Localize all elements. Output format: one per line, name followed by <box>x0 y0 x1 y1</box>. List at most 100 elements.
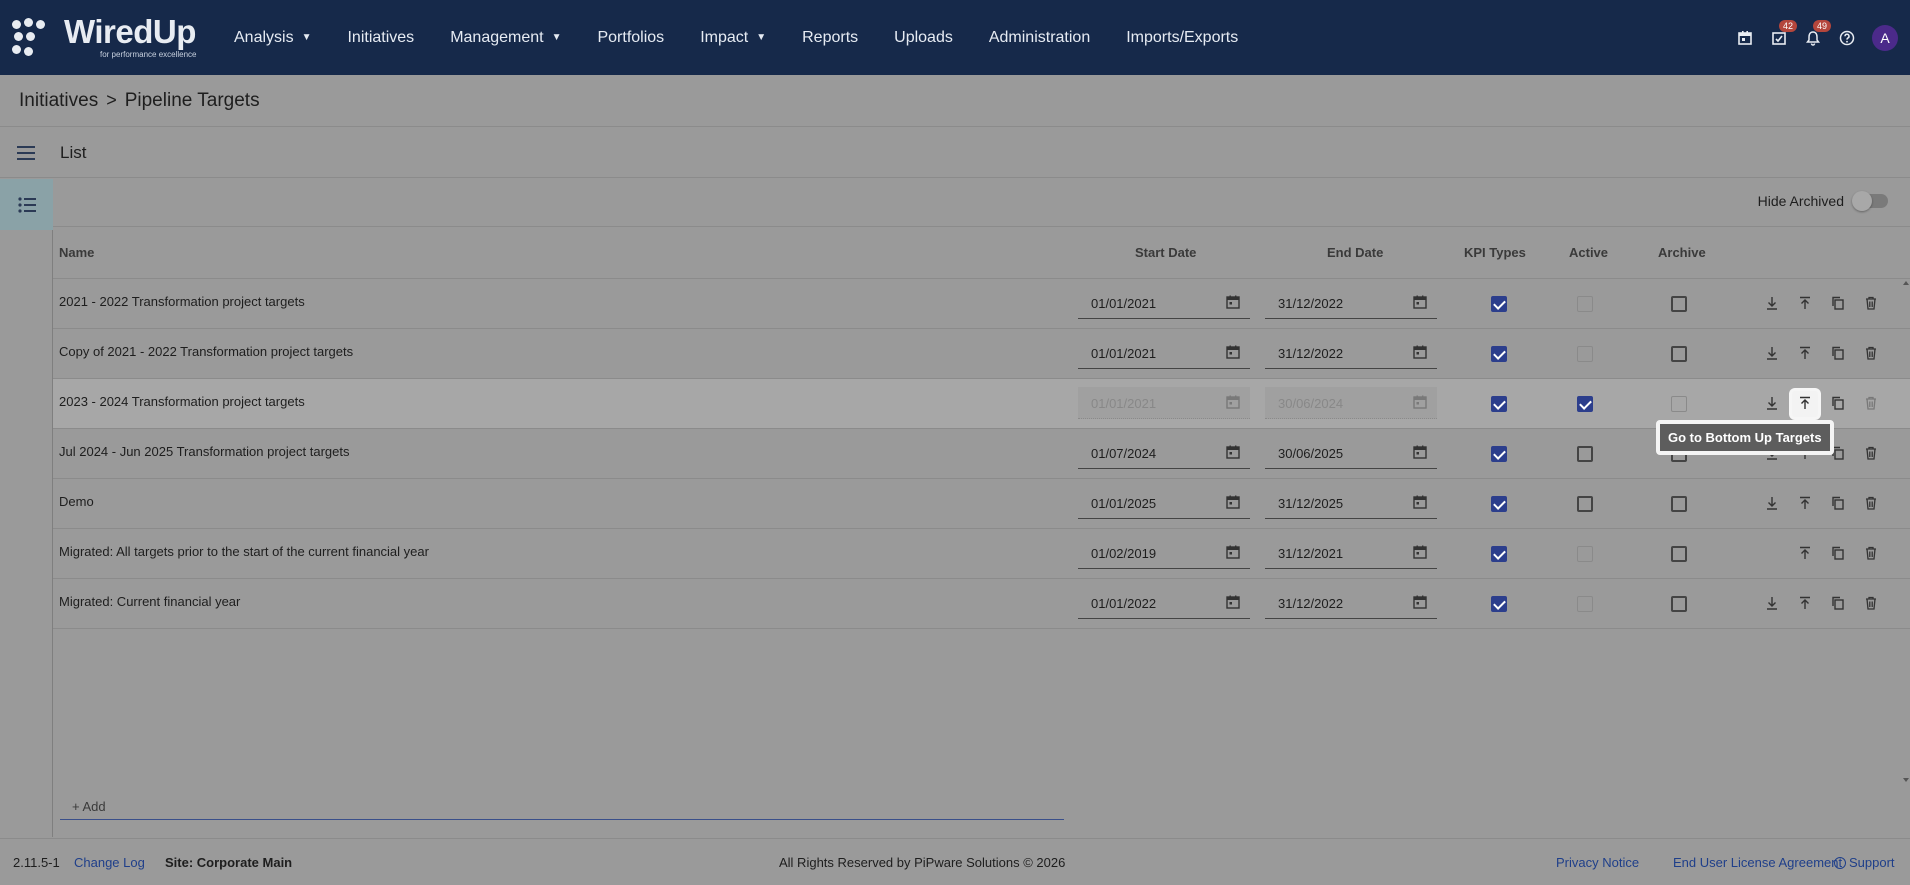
breadcrumb-parent[interactable]: Initiatives <box>19 90 98 112</box>
active-checkbox[interactable] <box>1577 396 1593 412</box>
privacy-link[interactable]: Privacy Notice <box>1556 855 1639 870</box>
start-date-field[interactable]: 01/01/2021 <box>1078 337 1250 369</box>
calendar-icon[interactable] <box>1226 345 1240 359</box>
calendar-icon[interactable] <box>1413 495 1427 509</box>
end-date-field[interactable]: 31/12/2022 <box>1265 337 1437 369</box>
kpi-types-checkbox[interactable] <box>1491 346 1507 362</box>
nav-item-reports[interactable]: Reports <box>802 29 858 47</box>
calendar-icon[interactable] <box>1226 295 1240 309</box>
wiredup-logo[interactable]: WiredUp for performance excellence <box>10 13 210 62</box>
kpi-types-checkbox[interactable] <box>1491 396 1507 412</box>
table-row[interactable]: Jul 2024 - Jun 2025 Transformation proje… <box>53 429 1910 479</box>
go-to-bottom-up-targets-button[interactable] <box>1795 294 1815 314</box>
tasks-icon[interactable]: 42 <box>1762 19 1798 55</box>
calendar-icon[interactable] <box>1413 395 1427 409</box>
calendar-icon[interactable] <box>1413 445 1427 459</box>
eula-link[interactable]: End User License Agreement <box>1673 855 1842 870</box>
go-to-top-down-targets-button[interactable] <box>1762 294 1782 314</box>
table-row[interactable]: Migrated: Current financial year 01/01/2… <box>53 579 1910 629</box>
start-date-field[interactable]: 01/01/2021 <box>1078 287 1250 319</box>
calendar-icon[interactable] <box>1413 345 1427 359</box>
menu-icon[interactable] <box>17 142 35 164</box>
header-start-date[interactable]: Start Date <box>1135 245 1196 260</box>
calendar-icon[interactable] <box>1226 595 1240 609</box>
go-to-bottom-up-targets-button[interactable] <box>1795 344 1815 364</box>
calendar-icon[interactable] <box>1413 595 1427 609</box>
go-to-bottom-up-targets-button[interactable] <box>1795 494 1815 514</box>
go-to-top-down-targets-button[interactable] <box>1762 394 1782 414</box>
delete-button[interactable] <box>1861 444 1881 464</box>
trash-icon <box>1864 346 1878 363</box>
archive-checkbox[interactable] <box>1671 496 1687 512</box>
delete-button[interactable] <box>1861 594 1881 614</box>
go-to-top-down-targets-button[interactable] <box>1762 594 1782 614</box>
copy-button[interactable] <box>1828 294 1848 314</box>
start-date-field[interactable]: 01/07/2024 <box>1078 437 1250 469</box>
table-row[interactable]: Migrated: All targets prior to the start… <box>53 529 1910 579</box>
go-to-bottom-up-targets-button[interactable] <box>1795 594 1815 614</box>
go-to-bottom-up-targets-button[interactable] <box>1795 544 1815 564</box>
help-icon[interactable] <box>1830 21 1864 55</box>
calendar-icon[interactable] <box>1728 21 1762 55</box>
nav-item-portfolios[interactable]: Portfolios <box>597 29 664 47</box>
nav-item-administration[interactable]: Administration <box>989 29 1090 47</box>
user-avatar[interactable]: A <box>1872 24 1898 51</box>
go-to-top-down-targets-button[interactable] <box>1762 494 1782 514</box>
start-date-field[interactable]: 01/01/2025 <box>1078 487 1250 519</box>
start-date-field[interactable]: 01/01/2022 <box>1078 587 1250 619</box>
delete-button[interactable] <box>1861 544 1881 564</box>
end-date-field[interactable]: 31/12/2025 <box>1265 487 1437 519</box>
nav-item-uploads[interactable]: Uploads <box>894 29 953 47</box>
copy-button[interactable] <box>1828 494 1848 514</box>
table-row[interactable]: 2021 - 2022 Transformation project targe… <box>53 279 1910 329</box>
nav-item-imports-exports[interactable]: Imports/Exports <box>1126 29 1238 47</box>
start-date-field[interactable]: 01/02/2019 <box>1078 537 1250 569</box>
calendar-icon[interactable] <box>1226 545 1240 559</box>
copy-button[interactable] <box>1828 544 1848 564</box>
header-name[interactable]: Name <box>59 245 94 260</box>
archive-checkbox[interactable] <box>1671 546 1687 562</box>
kpi-types-checkbox[interactable] <box>1491 546 1507 562</box>
end-date-field[interactable]: 31/12/2022 <box>1265 587 1437 619</box>
copy-button[interactable] <box>1828 344 1848 364</box>
calendar-icon[interactable] <box>1413 295 1427 309</box>
kpi-types-checkbox[interactable] <box>1491 596 1507 612</box>
end-date-field[interactable]: 31/12/2021 <box>1265 537 1437 569</box>
kpi-types-checkbox[interactable] <box>1491 446 1507 462</box>
nav-item-management[interactable]: Management ▼ <box>450 29 561 47</box>
table-row[interactable]: Demo 01/01/2025 31/12/2025 <box>53 479 1910 529</box>
table-row[interactable]: 2023 - 2024 Transformation project targe… <box>53 379 1910 429</box>
go-to-top-down-targets-button[interactable] <box>1762 344 1782 364</box>
delete-button[interactable] <box>1861 494 1881 514</box>
kpi-types-checkbox[interactable] <box>1491 296 1507 312</box>
nav-item-analysis[interactable]: Analysis ▼ <box>234 29 311 47</box>
nav-item-initiatives[interactable]: Initiatives <box>347 29 414 47</box>
calendar-icon[interactable] <box>1226 395 1240 409</box>
calendar-icon[interactable] <box>1226 495 1240 509</box>
vertical-scrollbar[interactable] <box>1902 279 1910 784</box>
calendar-icon[interactable] <box>1226 445 1240 459</box>
delete-button[interactable] <box>1861 344 1881 364</box>
kpi-types-checkbox[interactable] <box>1491 496 1507 512</box>
end-date-field[interactable]: 31/12/2022 <box>1265 287 1437 319</box>
calendar-icon[interactable] <box>1413 545 1427 559</box>
archive-checkbox[interactable] <box>1671 596 1687 612</box>
end-date-field[interactable]: 30/06/2025 <box>1265 437 1437 469</box>
nav-item-impact[interactable]: Impact ▼ <box>700 29 766 47</box>
archive-checkbox[interactable] <box>1671 346 1687 362</box>
copy-button[interactable] <box>1828 594 1848 614</box>
bell-icon[interactable]: 49 <box>1796 19 1832 55</box>
change-log-link[interactable]: Change Log <box>74 855 145 870</box>
header-end-date[interactable]: End Date <box>1327 245 1383 260</box>
add-row-input[interactable]: + Add <box>60 790 1064 820</box>
go-to-bottom-up-targets-button[interactable] <box>1792 391 1818 417</box>
active-checkbox[interactable] <box>1577 496 1593 512</box>
delete-button[interactable] <box>1861 294 1881 314</box>
hide-archived-toggle[interactable] <box>1852 191 1888 211</box>
archive-checkbox[interactable] <box>1671 296 1687 312</box>
support-link[interactable]: Support <box>1834 855 1895 870</box>
copy-button[interactable] <box>1828 394 1848 414</box>
active-checkbox[interactable] <box>1577 446 1593 462</box>
list-view-button[interactable] <box>0 179 53 230</box>
table-row[interactable]: Copy of 2021 - 2022 Transformation proje… <box>53 329 1910 379</box>
